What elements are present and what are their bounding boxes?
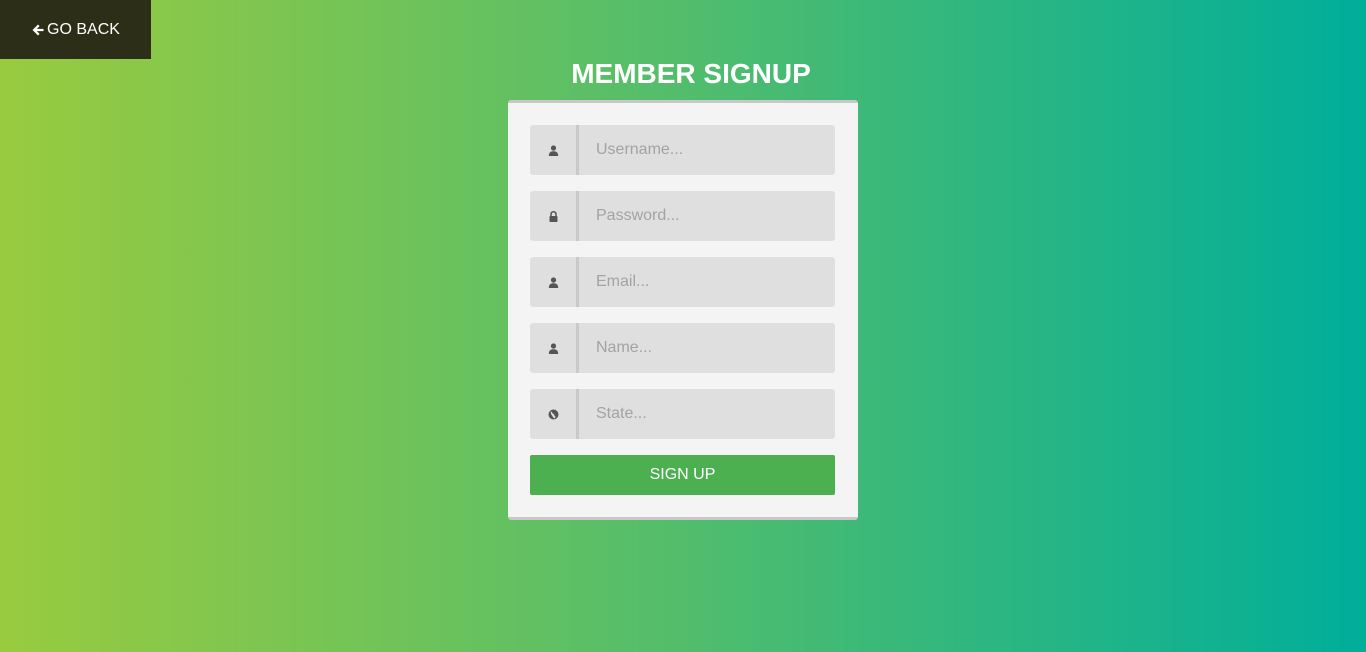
username-field: [530, 125, 835, 175]
arrow-left-icon: [31, 23, 45, 37]
signup-panel: SIGN UP: [508, 100, 858, 520]
email-field: [530, 257, 835, 307]
user-icon: [530, 125, 579, 175]
globe-icon: [530, 389, 579, 439]
name-field: [530, 323, 835, 373]
state-input[interactable]: [579, 389, 835, 439]
lock-icon: [530, 191, 579, 241]
user-icon: [530, 257, 579, 307]
sign-up-button[interactable]: SIGN UP: [530, 455, 835, 495]
username-input[interactable]: [579, 125, 835, 175]
state-field: [530, 389, 835, 439]
go-back-label: GO BACK: [47, 20, 120, 38]
name-input[interactable]: [579, 323, 835, 373]
password-field: [530, 191, 835, 241]
password-input[interactable]: [579, 191, 835, 241]
email-input[interactable]: [579, 257, 835, 307]
go-back-button[interactable]: GO BACK: [0, 0, 151, 59]
page-title: MEMBER SIGNUP: [571, 58, 811, 89]
user-icon: [530, 323, 579, 373]
